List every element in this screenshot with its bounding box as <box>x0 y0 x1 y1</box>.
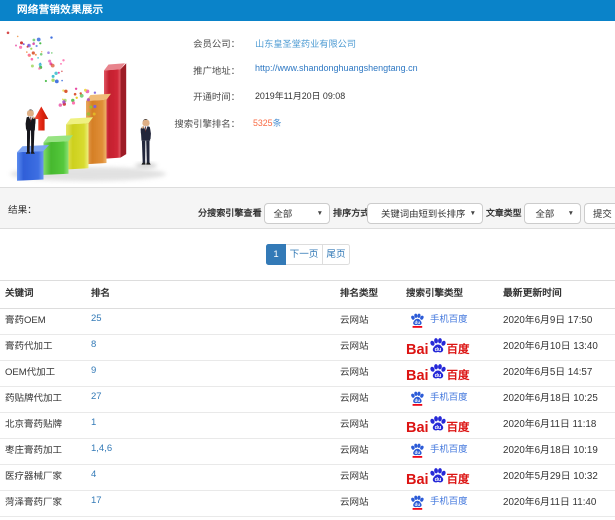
svg-text:du: du <box>434 477 441 483</box>
svg-text:du: du <box>415 502 421 507</box>
svg-text:du: du <box>415 320 421 325</box>
svg-text:du: du <box>434 373 441 379</box>
svg-text:du: du <box>434 347 441 353</box>
svg-text:du: du <box>434 425 441 431</box>
svg-text:du: du <box>415 398 421 403</box>
svg-text:du: du <box>415 450 421 455</box>
